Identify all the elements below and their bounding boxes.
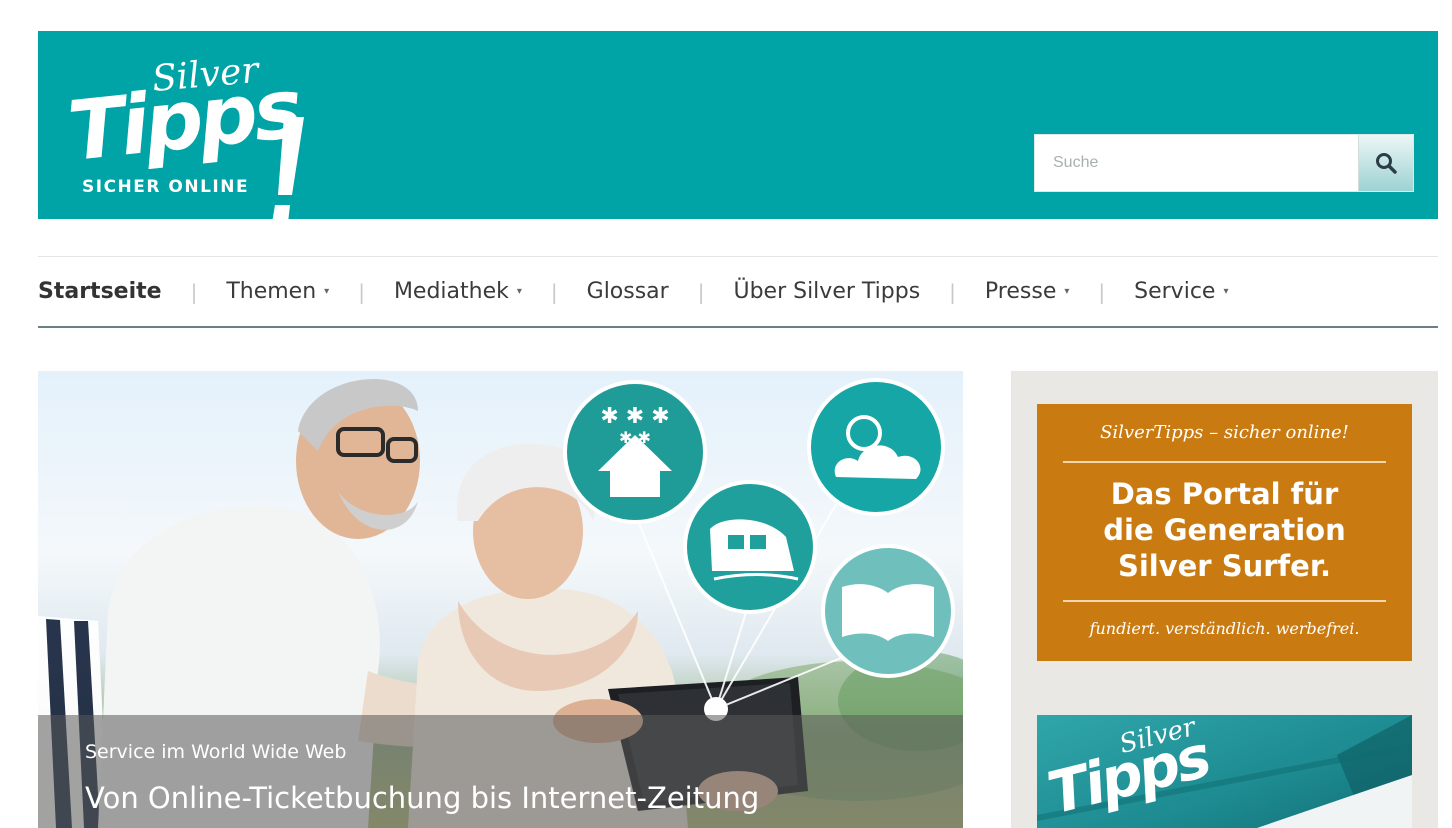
chevron-down-icon: ▾ xyxy=(516,286,522,297)
promo-headline: Das Portal für die Generation Silver Sur… xyxy=(1037,476,1412,584)
train-icon xyxy=(683,480,817,614)
nav-label: Startseite xyxy=(38,279,162,304)
nav-label: Presse xyxy=(984,279,1057,304)
hero-title[interactable]: Von Online-Ticketbuchung bis Internet-Ze… xyxy=(85,781,759,815)
search-icon xyxy=(1376,153,1397,174)
nav-separator: | xyxy=(190,279,198,304)
nav-label: Themen xyxy=(226,279,317,304)
site-logo[interactable]: Silver Tipps SICHER ONLINE xyxy=(64,50,314,223)
nav-label: Über Silver Tipps xyxy=(733,279,921,304)
nav-label: Mediathek xyxy=(393,279,509,304)
nav-item-themen[interactable]: Themen ▾ xyxy=(226,279,329,304)
search-button[interactable] xyxy=(1358,135,1413,191)
promo-divider-bottom xyxy=(1063,600,1386,602)
nav-separator: | xyxy=(697,279,705,304)
promo-headline-line: Silver Surfer. xyxy=(1117,549,1332,583)
hero-kicker: Service im World Wide Web xyxy=(85,741,347,763)
nav-label: Service xyxy=(1134,279,1216,304)
hero-slider[interactable]: ✱ ✱ ✱ ✱ ✱ Service im World Wide Web Von … xyxy=(38,371,963,828)
nav-item-ueber-silver-tipps[interactable]: Über Silver Tipps xyxy=(733,279,920,304)
nav-item-glossar[interactable]: Glossar xyxy=(587,279,669,304)
promo-banner[interactable]: SilverTipps – sicher online! Das Portal … xyxy=(1037,404,1412,661)
brochure-teaser[interactable]: Silver Tipps xyxy=(1037,715,1412,828)
promo-headline-line: die Generation xyxy=(1103,513,1346,547)
nav-item-service[interactable]: Service ▾ xyxy=(1134,279,1228,304)
main-navigation: Startseite | Themen ▾ | Mediathek ▾ | Glos… xyxy=(38,256,1438,328)
nav-item-startseite[interactable]: Startseite xyxy=(38,279,162,304)
search-box xyxy=(1034,134,1414,192)
site-header: Silver Tipps SICHER ONLINE xyxy=(38,31,1438,223)
nav-separator: | xyxy=(1098,279,1106,304)
hero-caption: Service im World Wide Web Von Online-Tic… xyxy=(38,715,963,828)
book-icon xyxy=(821,544,955,678)
nav-separator: | xyxy=(949,279,956,304)
promo-slogan: SilverTipps – sicher online! xyxy=(1100,422,1349,443)
nav-separator: | xyxy=(550,279,558,304)
logo-exclamation-icon xyxy=(272,117,304,223)
nav-item-presse[interactable]: Presse ▾ xyxy=(985,279,1069,304)
logo-tipps-text: Tipps xyxy=(64,61,303,180)
svg-text:✱ ✱: ✱ ✱ xyxy=(619,428,651,447)
chevron-down-icon: ▾ xyxy=(1064,286,1070,297)
nav-label: Glossar xyxy=(586,279,669,304)
promo-claim: fundiert. verständlich. werbefrei. xyxy=(1089,619,1360,638)
logo-tagline: SICHER ONLINE xyxy=(82,177,250,197)
promo-divider-top xyxy=(1063,461,1386,463)
svg-text:✱ ✱ ✱: ✱ ✱ ✱ xyxy=(600,404,669,429)
nav-separator: | xyxy=(358,279,365,304)
chevron-down-icon: ▾ xyxy=(1223,286,1229,297)
promo-headline-line: Das Portal für xyxy=(1110,477,1339,511)
search-input[interactable] xyxy=(1035,135,1359,191)
sidebar: SilverTipps – sicher online! Das Portal … xyxy=(1011,371,1438,828)
weather-icon xyxy=(807,378,945,516)
chevron-down-icon: ▾ xyxy=(324,286,330,297)
nav-item-mediathek[interactable]: Mediathek ▾ xyxy=(394,279,522,304)
